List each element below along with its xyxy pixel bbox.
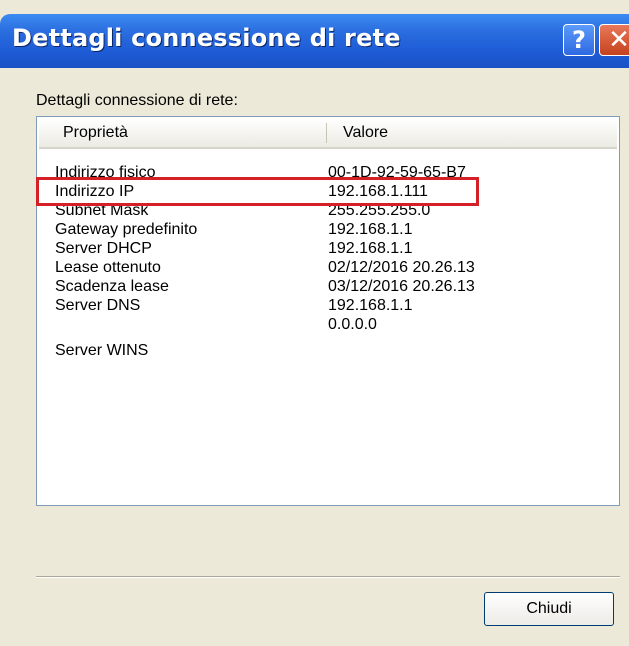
row-value: 192.168.1.1 bbox=[328, 297, 413, 314]
list-row-server-dns[interactable]: Server DNS 192.168.1.1 bbox=[37, 296, 619, 315]
row-property: Scadenza lease bbox=[55, 278, 169, 295]
window-title: Dettagli connessione di rete bbox=[12, 24, 401, 52]
row-property: Lease ottenuto bbox=[55, 259, 161, 276]
dialog-label: Dettagli connessione di rete: bbox=[36, 92, 238, 109]
network-details-window: Dettagli connessione di rete ? ✕ Dettagl… bbox=[0, 0, 629, 646]
list-header: Proprietà Valore bbox=[39, 119, 617, 149]
column-divider[interactable] bbox=[326, 123, 327, 143]
row-property: Server WINS bbox=[55, 342, 149, 359]
row-property: Server DNS bbox=[55, 297, 141, 314]
row-value: 192.168.1.1 bbox=[328, 240, 413, 257]
row-value: 192.168.1.1 bbox=[328, 221, 413, 238]
row-value: 03/12/2016 20.26.13 bbox=[328, 278, 475, 295]
row-value: 0.0.0.0 bbox=[328, 316, 377, 333]
details-list[interactable]: Proprietà Valore Indirizzo fisico 00-1D-… bbox=[36, 116, 620, 506]
list-row-server-wins[interactable]: Server WINS bbox=[37, 341, 619, 360]
row-value: 02/12/2016 20.26.13 bbox=[328, 259, 475, 276]
ip-highlight-annotation bbox=[36, 177, 479, 206]
close-window-button[interactable]: ✕ bbox=[599, 24, 629, 56]
title-bar[interactable]: Dettagli connessione di rete ? ✕ bbox=[0, 14, 629, 68]
list-row-gateway[interactable]: Gateway predefinito 192.168.1.1 bbox=[37, 220, 619, 239]
list-row-server-dns-secondary[interactable]: 0.0.0.0 bbox=[37, 315, 619, 334]
close-dialog-button[interactable]: Chiudi bbox=[484, 592, 614, 626]
row-property: Server DHCP bbox=[55, 240, 152, 257]
help-button[interactable]: ? bbox=[563, 24, 595, 56]
list-row-lease-ottenuto[interactable]: Lease ottenuto 02/12/2016 20.26.13 bbox=[37, 258, 619, 277]
row-property: Gateway predefinito bbox=[55, 221, 198, 238]
column-header-value[interactable]: Valore bbox=[343, 119, 388, 147]
list-row-server-dhcp[interactable]: Server DHCP 192.168.1.1 bbox=[37, 239, 619, 258]
dialog-separator bbox=[36, 576, 620, 578]
column-header-property[interactable]: Proprietà bbox=[63, 119, 128, 147]
list-row-scadenza-lease[interactable]: Scadenza lease 03/12/2016 20.26.13 bbox=[37, 277, 619, 296]
